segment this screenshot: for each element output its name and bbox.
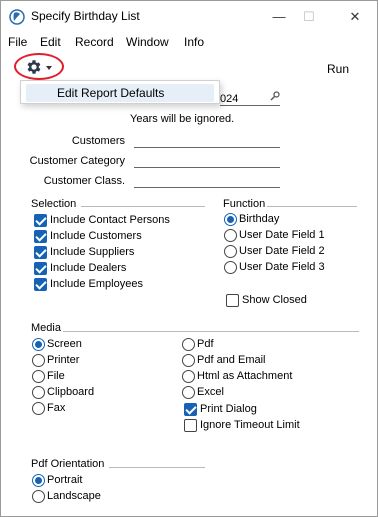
user-date-field-2-radio[interactable] [224,245,237,258]
paste-special-icon[interactable] [269,90,281,102]
include-contact-persons-label: Include Contact Persons [50,214,170,226]
include-dealers-label: Include Dealers [50,262,127,274]
customer-class-label: Customer Class. [43,175,125,187]
close-icon: ✕ [349,8,361,24]
portrait-radio[interactable] [32,474,45,487]
file-label: File [47,370,65,382]
menu-bar: File Edit Record Window Info [1,32,377,52]
html-as-attachment-radio[interactable] [182,370,195,383]
menu-record[interactable]: Record [75,35,114,49]
period-field[interactable]: 024 [220,93,238,105]
customer-category-label: Customer Category [29,155,125,167]
customers-field[interactable] [134,147,280,148]
title-bar: Specify Birthday List — ☐ ✕ [1,1,377,32]
user-date-field-3-radio[interactable] [224,261,237,274]
menu-edit[interactable]: Edit [40,35,61,49]
run-button[interactable]: Run [327,62,349,76]
selection-heading: Selection [31,198,77,210]
pdf-label: Pdf [197,338,214,350]
pdf-orientation-divider [109,467,205,468]
fax-label: Fax [47,402,66,414]
media-divider [63,331,359,332]
menu-file[interactable]: File [8,35,27,49]
include-suppliers-checkbox[interactable] [34,246,47,259]
customer-category-field[interactable] [134,167,280,168]
selection-divider [81,206,205,207]
clipboard-label: Clipboard [47,386,95,398]
period-field-underline [220,105,280,106]
print-dialog-checkbox[interactable] [184,403,197,416]
fax-radio[interactable] [32,402,45,415]
maximize-icon: ☐ [303,8,315,24]
show-closed-checkbox[interactable] [226,294,239,307]
highlight-annotation [14,53,64,80]
print-dialog-label: Print Dialog [200,403,257,415]
customer-class-field[interactable] [134,187,280,188]
birthday-radio[interactable] [224,213,237,226]
report-window: Specify Birthday List — ☐ ✕ File Edit Re… [0,0,378,517]
media-heading: Media [31,322,61,334]
function-heading: Function [223,198,266,210]
dropdown-item-edit-report-defaults[interactable]: Edit Report Defaults [26,84,214,102]
include-employees-checkbox[interactable] [34,278,47,291]
include-dealers-checkbox[interactable] [34,262,47,275]
function-divider [267,206,357,207]
customers-label: Customers [71,135,125,147]
user-date-field-1-radio[interactable] [224,229,237,242]
birthday-label: Birthday [239,213,280,225]
include-contact-persons-checkbox[interactable] [34,214,47,227]
screen-radio[interactable] [32,338,45,351]
user-date-field-3-label: User Date Field 3 [239,261,325,273]
portrait-label: Portrait [47,474,83,486]
pdf-and-email-label: Pdf and Email [197,354,266,366]
html-as-attachment-label: Html as Attachment [197,370,293,382]
menu-info[interactable]: Info [184,35,204,49]
pdf-and-email-radio[interactable] [182,354,195,367]
pdf-radio[interactable] [182,338,195,351]
include-customers-label: Include Customers [50,230,142,242]
include-customers-checkbox[interactable] [34,230,47,243]
pdf-orientation-heading: Pdf Orientation [31,458,105,470]
ignore-timeout-limit-label: Ignore Timeout Limit [200,419,300,431]
printer-label: Printer [47,354,80,366]
printer-radio[interactable] [32,354,45,367]
maximize-button[interactable]: ☐ [291,1,327,32]
file-radio[interactable] [32,370,45,383]
settings-dropdown-menu: Edit Report Defaults [20,80,220,104]
years-note: Years will be ignored. [130,113,235,125]
screen-label: Screen [47,338,82,350]
menu-window[interactable]: Window [126,35,169,49]
user-date-field-1-label: User Date Field 1 [239,229,325,241]
landscape-label: Landscape [47,490,101,502]
user-date-field-2-label: User Date Field 2 [239,245,325,257]
minimize-icon: — [272,9,286,24]
app-icon [9,9,25,25]
close-button[interactable]: ✕ [337,1,373,32]
dropdown-item-label: Edit Report Defaults [57,86,165,100]
show-closed-label: Show Closed [242,294,307,306]
window-title: Specify Birthday List [31,9,140,23]
clipboard-radio[interactable] [32,386,45,399]
include-employees-label: Include Employees [50,278,143,290]
landscape-radio[interactable] [32,490,45,503]
excel-label: Excel [197,386,224,398]
ignore-timeout-limit-checkbox[interactable] [184,419,197,432]
excel-radio[interactable] [182,386,195,399]
include-suppliers-label: Include Suppliers [50,246,135,258]
